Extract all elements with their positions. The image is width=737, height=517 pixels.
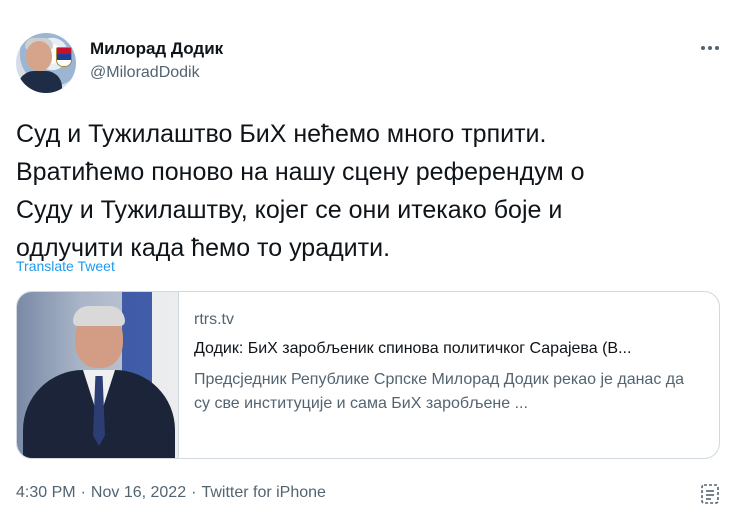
- tweet-time[interactable]: 4:30 PM: [16, 484, 76, 501]
- meta-separator: ·: [80, 484, 86, 501]
- analytics-icon[interactable]: [700, 483, 720, 505]
- author-avatar[interactable]: [16, 33, 76, 93]
- card-description: Предсједник Републике Српске Милорад Дод…: [194, 371, 685, 412]
- avatar-suit: [18, 71, 62, 93]
- meta-separator: ·: [191, 484, 197, 501]
- author-handle[interactable]: @MiloradDodik: [90, 64, 200, 82]
- tweet-text: Суд и Тужилаштво БиХ нећемо много трпити…: [16, 120, 585, 262]
- more-horizontal-icon: [701, 46, 719, 50]
- tweet-source[interactable]: Twitter for iPhone: [201, 484, 326, 501]
- tweet-date[interactable]: Nov 16, 2022: [91, 484, 186, 501]
- link-preview-card[interactable]: rtrs.tv Додик: БиХ заробљеник спинова по…: [16, 291, 720, 459]
- coat-of-arms-icon: [56, 47, 72, 67]
- thumbnail-hair: [73, 306, 125, 326]
- translate-tweet-link[interactable]: Translate Tweet: [16, 258, 115, 274]
- author-name[interactable]: Милорад Додик: [90, 39, 223, 59]
- tweet-meta: 4:30 PM · Nov 16, 2022 · Twitter for iPhone: [16, 484, 326, 502]
- card-domain: rtrs.tv: [194, 311, 234, 328]
- card-title: Додик: БиХ заробљеник спинова политичког…: [194, 340, 632, 357]
- view-activity-icon: [701, 484, 719, 504]
- avatar-face: [26, 41, 52, 71]
- more-options-icon[interactable]: [696, 36, 724, 60]
- card-thumbnail: [17, 292, 179, 458]
